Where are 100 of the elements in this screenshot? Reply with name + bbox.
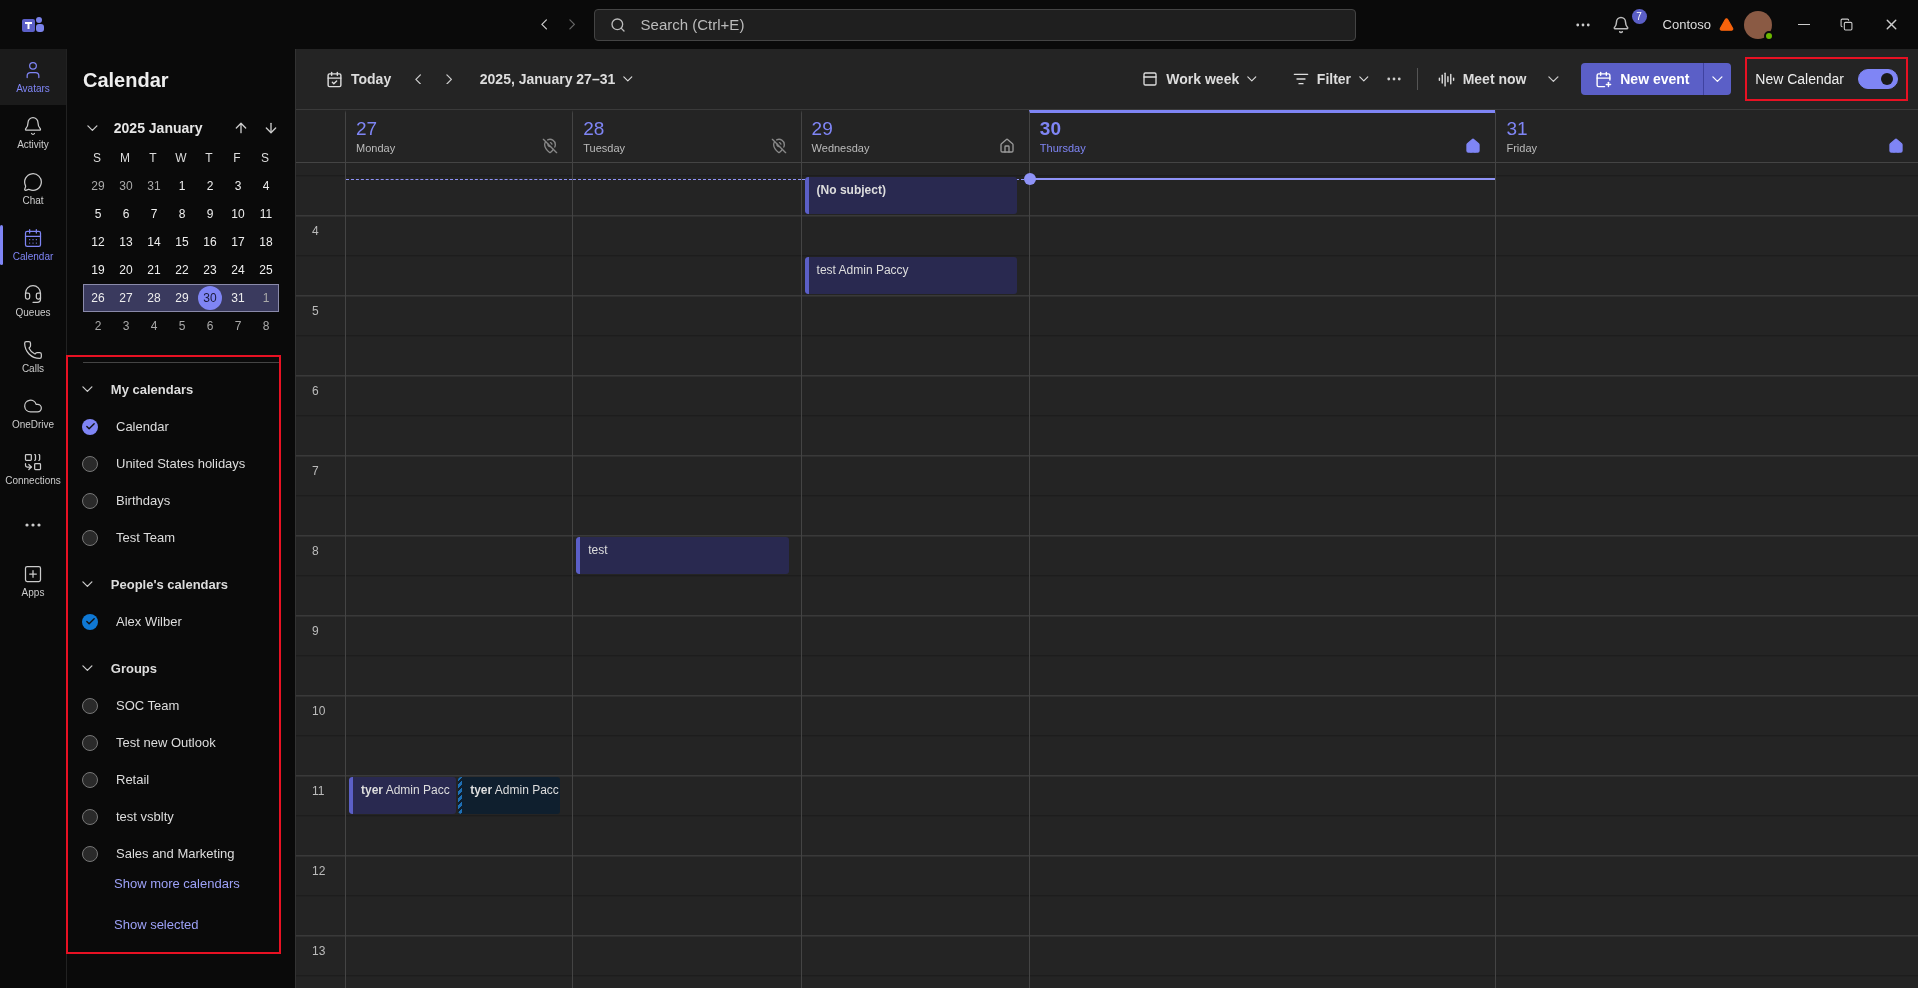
rail-item[interactable]: Apps xyxy=(0,553,66,609)
calendar-item[interactable]: Calendar xyxy=(82,408,271,445)
calendar-item[interactable]: SOC Team xyxy=(82,687,271,724)
calendar-item[interactable]: Birthdays xyxy=(82,482,271,519)
calendar-checkbox[interactable] xyxy=(82,808,98,825)
org-name[interactable]: Contoso xyxy=(1662,17,1711,32)
date-button[interactable]: 5 xyxy=(170,314,194,338)
date-button[interactable]: 21 xyxy=(142,258,166,282)
calendar-event[interactable]: tyer Admin Pacc xyxy=(349,777,457,815)
rail-item[interactable]: Calls xyxy=(0,329,66,385)
calendar-event[interactable]: test Admin Paccy xyxy=(804,257,1017,295)
day-column[interactable]: (No subject) test Admin Paccy xyxy=(800,163,1029,988)
date-button[interactable]: 14 xyxy=(142,230,166,254)
date-button[interactable]: 23 xyxy=(198,258,222,282)
date-button[interactable]: 26 xyxy=(86,286,110,310)
date-button[interactable]: 11 xyxy=(254,202,278,226)
date-button[interactable]: 25 xyxy=(254,258,278,282)
day-header[interactable]: 30 Thursday xyxy=(1028,110,1496,162)
date-button[interactable]: 30 xyxy=(198,286,222,310)
day-header[interactable]: 27 Monday xyxy=(345,110,573,162)
date-button[interactable]: 2 xyxy=(86,314,110,338)
date-button[interactable]: 7 xyxy=(226,314,250,338)
date-button[interactable]: 8 xyxy=(170,202,194,226)
date-range-button[interactable]: 2025, January 27–31 xyxy=(471,65,641,93)
date-button[interactable]: 19 xyxy=(86,258,110,282)
calendar-checkbox[interactable] xyxy=(82,697,98,714)
date-button[interactable]: 1 xyxy=(254,286,278,310)
rail-item[interactable]: Activity xyxy=(0,105,66,161)
date-button[interactable]: 4 xyxy=(142,314,166,338)
calendar-item[interactable]: Alex Wilber xyxy=(82,603,271,640)
date-button[interactable]: 6 xyxy=(198,314,222,338)
date-button[interactable]: 16 xyxy=(198,230,222,254)
date-button[interactable]: 2 xyxy=(198,174,222,198)
day-column[interactable]: tyer Admin Pacc tyer Admin Pacc xyxy=(345,163,573,988)
date-button[interactable]: 13 xyxy=(114,230,138,254)
date-button[interactable]: 1 xyxy=(170,174,194,198)
date-button[interactable]: 9 xyxy=(198,202,222,226)
rail-item[interactable]: Queues xyxy=(0,273,66,329)
calendar-item[interactable]: United States holidays xyxy=(82,445,271,482)
date-button[interactable]: 3 xyxy=(226,174,250,198)
calendar-checkbox[interactable] xyxy=(82,455,98,472)
date-button[interactable]: 7 xyxy=(142,202,166,226)
date-button[interactable]: 18 xyxy=(254,230,278,254)
search-field[interactable]: Search (Ctrl+E) xyxy=(593,8,1356,41)
group-header[interactable]: People's calendars xyxy=(82,566,271,603)
rail-item[interactable]: Calendar xyxy=(0,217,66,273)
week-row[interactable]: 2 3 4 5 6 7 8 xyxy=(83,312,279,340)
date-button[interactable]: 28 xyxy=(142,286,166,310)
date-button[interactable]: 22 xyxy=(170,258,194,282)
calendar-checkbox[interactable] xyxy=(82,418,98,435)
calendar-checkbox[interactable] xyxy=(82,492,98,509)
date-button[interactable]: 4 xyxy=(254,174,278,198)
calendar-checkbox[interactable] xyxy=(82,613,98,630)
group-header[interactable]: My calendars xyxy=(82,371,271,408)
day-header[interactable]: 28 Tuesday xyxy=(572,110,801,162)
week-row[interactable]: 5 6 7 8 9 10 11 xyxy=(83,200,279,228)
date-button[interactable]: 15 xyxy=(170,230,194,254)
date-button[interactable]: 10 xyxy=(226,202,250,226)
date-button[interactable]: 8 xyxy=(254,314,278,338)
group-header[interactable]: Groups xyxy=(82,650,271,687)
date-button[interactable]: 30 xyxy=(114,174,138,198)
week-row[interactable]: 19 20 21 22 23 24 25 xyxy=(83,256,279,284)
rail-item[interactable]: OneDrive xyxy=(0,385,66,441)
rail-item[interactable]: Connections xyxy=(0,441,66,497)
calendar-event[interactable]: (No subject) xyxy=(804,177,1017,215)
date-button[interactable]: 3 xyxy=(114,314,138,338)
calendar-item[interactable]: Test Team xyxy=(82,519,271,556)
week-row[interactable]: 12 13 14 15 16 17 18 xyxy=(83,228,279,256)
calendar-item[interactable]: Sales and Marketing xyxy=(82,835,271,872)
date-button[interactable]: 31 xyxy=(226,286,250,310)
panel-link[interactable]: Show selected xyxy=(114,917,199,932)
calendar-checkbox[interactable] xyxy=(82,845,98,862)
date-button[interactable]: 27 xyxy=(114,286,138,310)
calendar-item[interactable]: Retail xyxy=(82,761,271,798)
date-button[interactable]: 6 xyxy=(114,202,138,226)
filter-button[interactable]: Filter xyxy=(1284,65,1377,93)
date-button[interactable]: 29 xyxy=(86,174,110,198)
date-button[interactable]: 24 xyxy=(226,258,250,282)
today-button[interactable]: Today xyxy=(318,64,400,94)
calendar-item[interactable]: test vsblty xyxy=(82,798,271,835)
calendar-event[interactable]: tyer Admin Pacc xyxy=(458,777,561,815)
day-header[interactable]: 31 Friday xyxy=(1495,110,1918,162)
date-button[interactable]: 31 xyxy=(142,174,166,198)
day-column[interactable]: test xyxy=(572,163,801,988)
calendar-event[interactable]: test xyxy=(576,537,789,575)
profile-avatar[interactable] xyxy=(1744,10,1772,39)
view-button[interactable]: Work week xyxy=(1134,65,1265,93)
date-button[interactable]: 5 xyxy=(86,202,110,226)
date-button[interactable]: 20 xyxy=(114,258,138,282)
rail-item[interactable]: Avatars xyxy=(0,49,66,105)
calendar-checkbox[interactable] xyxy=(82,734,98,751)
date-button[interactable]: 12 xyxy=(86,230,110,254)
meet-now-button[interactable]: Meet now xyxy=(1429,64,1535,94)
panel-link[interactable]: Show more calendars xyxy=(114,876,240,891)
date-button[interactable]: 29 xyxy=(170,286,194,310)
week-row[interactable]: 29 30 31 1 2 3 4 xyxy=(83,172,279,200)
rail-item[interactable]: Chat xyxy=(0,161,66,217)
calendar-item[interactable]: Test new Outlook xyxy=(82,724,271,761)
day-header[interactable]: 29 Wednesday xyxy=(800,110,1029,162)
new-calendar-toggle[interactable] xyxy=(1858,69,1898,89)
